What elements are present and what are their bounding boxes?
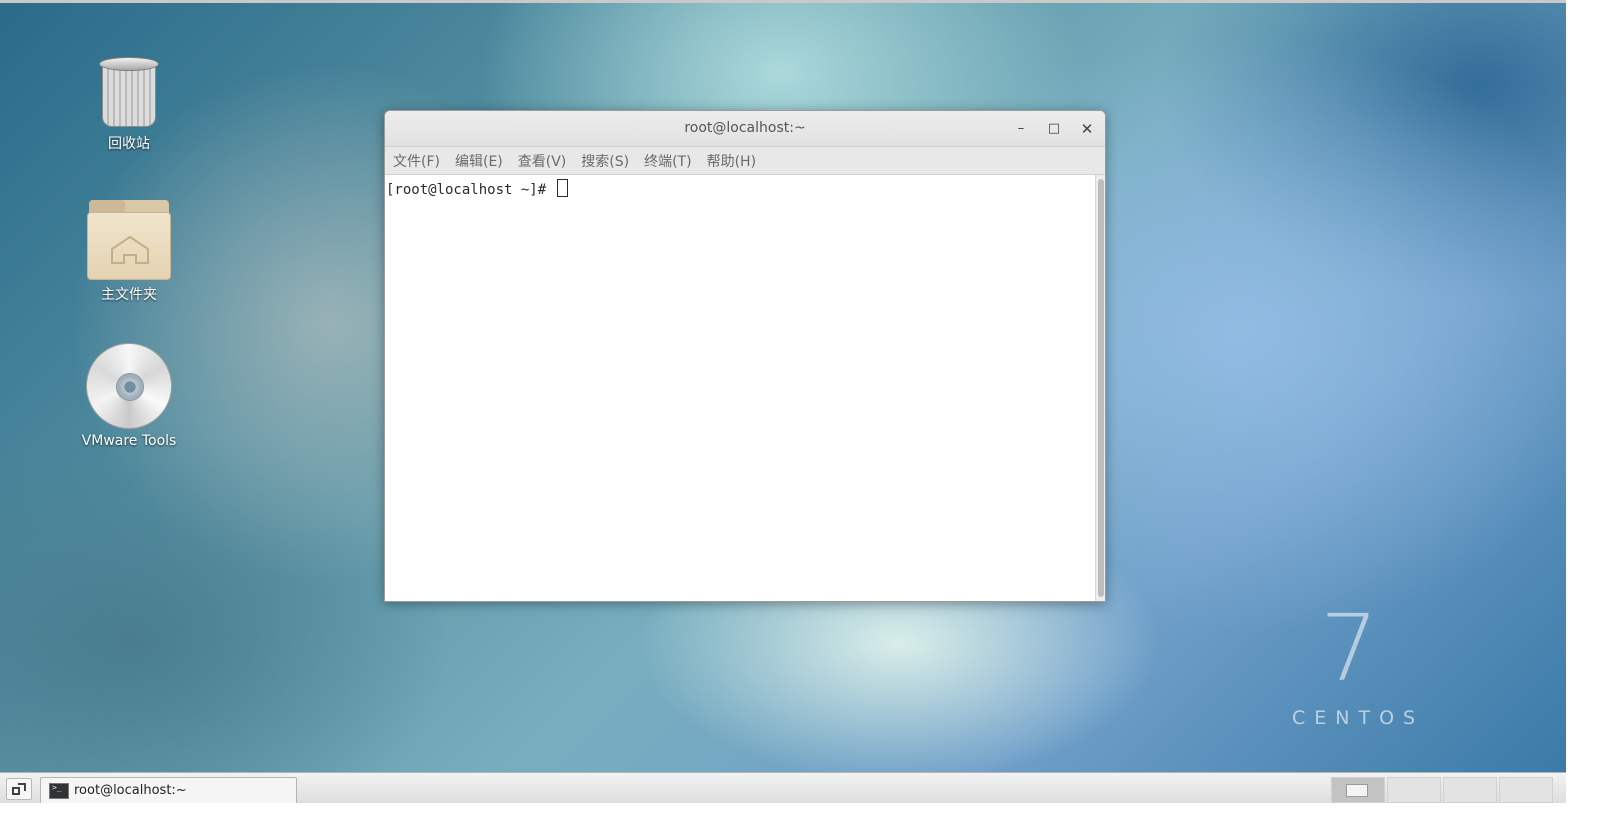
desktop-icon-home-folder[interactable]: 主文件夹 [64, 200, 194, 304]
workspace-4[interactable] [1499, 777, 1553, 803]
desktop-icon-trash[interactable]: 回收站 [64, 57, 194, 153]
terminal-area[interactable]: [root@localhost ~]# [385, 175, 1095, 601]
screen-margin-bottom [0, 803, 1598, 818]
desktop-icon-label: 回收站 [108, 136, 150, 152]
scrollbar-thumb[interactable] [1098, 179, 1104, 597]
desktop[interactable]: 回收站 主文件夹 VMware Tools 7 CENTOS root@loca… [0, 0, 1566, 772]
trash-icon [99, 57, 159, 129]
shell-prompt: [root@localhost ~]# [386, 182, 555, 198]
window-titlebar[interactable]: root@localhost:~ – □ ✕ [385, 111, 1105, 147]
taskbar-item-terminal[interactable]: root@localhost:~ [40, 777, 297, 804]
show-desktop-button[interactable] [6, 778, 32, 800]
terminal-line: [root@localhost ~]# [386, 179, 568, 198]
workspace-2[interactable] [1387, 777, 1441, 803]
centos-logo-wordmark: CENTOS [1292, 707, 1425, 729]
menu-search[interactable]: 搜索(S) [575, 151, 635, 171]
desktop-icon-vmware-tools[interactable]: VMware Tools [64, 343, 194, 449]
terminal-scrollbar[interactable] [1095, 175, 1105, 601]
centos-logo-number: 7 [1320, 595, 1379, 702]
desktop-icon-label: VMware Tools [81, 433, 177, 449]
menubar: 文件(F) 编辑(E) 查看(V) 搜索(S) 终端(T) 帮助(H) [385, 147, 1105, 175]
menu-view[interactable]: 查看(V) [512, 151, 573, 171]
workspace-1[interactable] [1331, 777, 1385, 803]
menu-edit[interactable]: 编辑(E) [449, 151, 509, 171]
maximize-button[interactable]: □ [1042, 117, 1066, 141]
home-folder-icon [87, 200, 171, 280]
terminal-icon [49, 783, 69, 799]
window-title: root@localhost:~ [684, 120, 806, 136]
close-button[interactable]: ✕ [1075, 117, 1099, 141]
disc-icon [86, 343, 172, 429]
menu-help[interactable]: 帮助(H) [701, 151, 762, 171]
desktop-icon-label: 主文件夹 [101, 287, 157, 303]
minimize-button[interactable]: – [1009, 117, 1033, 141]
taskbar-item-label: root@localhost:~ [74, 783, 187, 798]
text-cursor [556, 179, 568, 197]
workspace-3[interactable] [1443, 777, 1497, 803]
taskbar: root@localhost:~ [0, 772, 1566, 804]
menu-terminal[interactable]: 终端(T) [638, 151, 697, 171]
screen-margin-right [1566, 0, 1598, 818]
terminal-window[interactable]: root@localhost:~ – □ ✕ 文件(F) 编辑(E) 查看(V)… [384, 110, 1106, 602]
menu-file[interactable]: 文件(F) [387, 151, 446, 171]
